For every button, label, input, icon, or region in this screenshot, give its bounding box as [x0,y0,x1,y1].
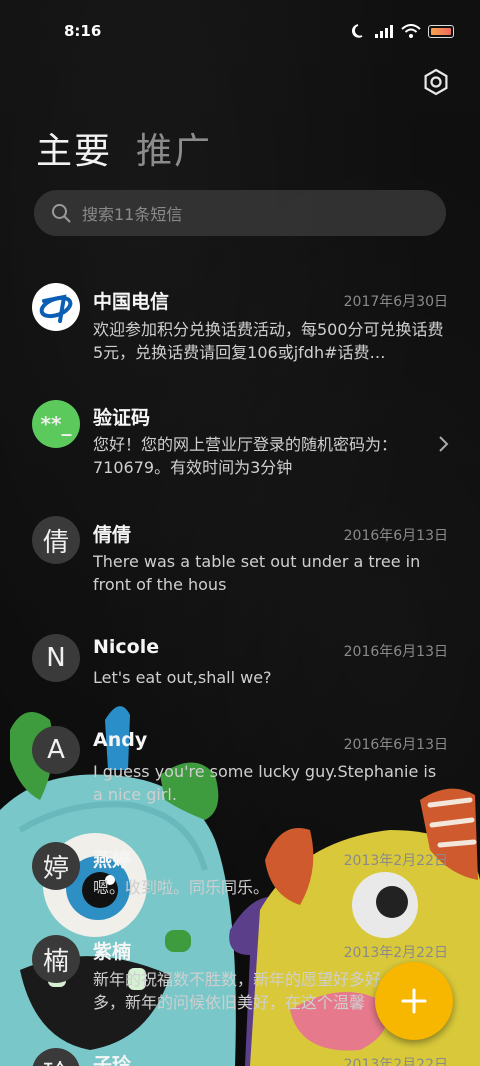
search-input[interactable]: 搜索11条短信 [34,190,446,236]
conversation-item[interactable]: 玲 子玲 2013年2月22日 [0,1040,480,1066]
battery-icon [428,24,454,38]
conversation-item[interactable]: 倩 倩倩 2016年6月13日 There was a table set ou… [0,516,480,596]
contact-avatar: 玲 [32,1048,80,1066]
conversation-item[interactable]: 婷 燕婷 2013年2月22日 嗯。收到啦。同乐同乐。 [0,842,480,902]
conversation-preview: 新年的祝福数不胜数，新年的愿望好多好多，新年的问候依旧美好，在这个温馨的… [93,970,382,1012]
contact-avatar: A [32,726,80,774]
status-bar: 8:16 [0,0,480,62]
conversation-name: 紫楠 [93,941,132,963]
conversation-name: 倩倩 [93,524,132,546]
new-message-button[interactable] [375,962,453,1040]
conversation-date: 2013年2月22日 [343,945,448,961]
settings-gear-icon[interactable] [422,68,450,96]
conversation-preview: 嗯。收到啦。同乐同乐。 [93,878,270,897]
contact-avatar: N [32,634,80,682]
tab-promotions[interactable]: 推广 [136,122,212,174]
search-icon [52,204,71,223]
header-tabs: 主要 推广 [36,122,212,174]
conversation-date: 2016年6月13日 [343,528,448,544]
conversation-date: 2016年6月13日 [343,644,448,660]
status-icons [351,23,454,39]
conversation-date: 2016年6月13日 [343,737,448,753]
signal-icon [375,25,393,38]
status-time: 8:16 [64,22,102,40]
conversation-name: 燕婷 [93,849,132,871]
conversation-date: 2013年2月22日 [343,1057,448,1066]
contact-avatar: 婷 [32,842,80,890]
conversation-preview: 您好！您的网上营业厅登录的随机密码为：710679。有效时间为3分钟 [93,435,398,477]
plus-icon [401,988,427,1014]
conversation-date: 2017年6月30日 [343,294,448,310]
conversation-name: 子玲 [93,1054,132,1066]
conversation-item[interactable]: **_ 验证码 您好！您的网上营业厅登录的随机密码为：710679。有效时间为3… [0,400,480,480]
conversation-preview: Let's eat out,shall we? [93,668,272,687]
conversation-name: 验证码 [93,407,151,429]
conversation-preview: I guess you're some lucky guy.Stephanie … [93,762,437,804]
conversation-name: Nicole [93,636,160,658]
conversation-preview: There was a table set out under a tree i… [93,552,421,594]
tab-primary[interactable]: 主要 [36,122,112,174]
conversation-item[interactable]: A Andy 2016年6月13日 I guess you're some lu… [0,726,480,806]
contact-avatar: 楠 [32,935,80,983]
contact-avatar: 倩 [32,516,80,564]
conversation-item[interactable]: 中国电信 2017年6月30日 欢迎参加积分兑换话费活动，每500分可兑换话费5… [0,283,480,363]
conversation-name: Andy [93,729,148,751]
conversation-preview: 欢迎参加积分兑换话费活动，每500分可兑换话费5元，兑换话费请回复106或jfd… [93,320,444,362]
moon-icon [352,24,363,38]
china-telecom-logo [32,283,80,331]
conversation-item[interactable]: N Nicole 2016年6月13日 Let's eat out,shall … [0,632,480,692]
verification-avatar: **_ [32,400,80,448]
wifi-icon [401,24,421,38]
conversation-name: 中国电信 [93,291,170,313]
conversation-date: 2013年2月22日 [343,853,448,869]
search-placeholder: 搜索11条短信 [82,205,183,224]
china-telecom-logo-mark [39,294,73,323]
chevron-right-icon[interactable] [436,435,450,453]
